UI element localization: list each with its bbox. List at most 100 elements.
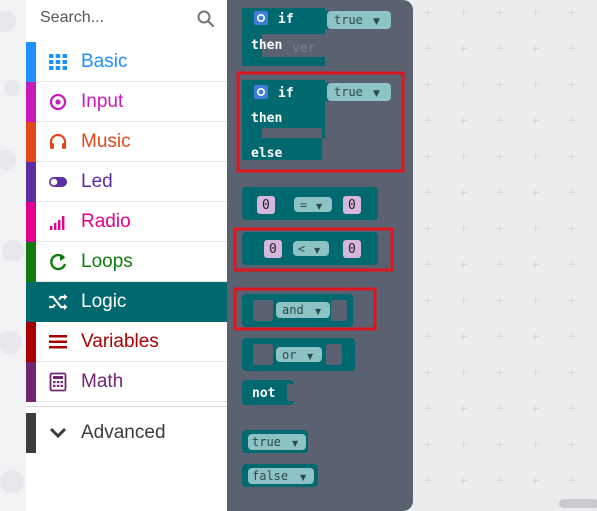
grid-plus: + <box>531 186 541 199</box>
grid-plus: + <box>495 258 505 271</box>
compare-equals-block[interactable]: 0 = ▼ 0 <box>242 187 378 220</box>
operator-value: = <box>300 198 307 212</box>
grid-plus: + <box>531 150 541 163</box>
grid-plus: + <box>567 222 577 235</box>
category-label: Loops <box>81 251 133 272</box>
category-led[interactable]: Led <box>26 162 227 202</box>
category-variables[interactable]: Variables <box>26 322 227 362</box>
category-basic[interactable]: Basic <box>26 42 227 82</box>
decor-circle <box>2 240 24 262</box>
grid-icon <box>49 54 67 70</box>
workspace-edge <box>0 0 26 511</box>
false-block[interactable]: false ▼ <box>242 464 318 487</box>
grid-plus: + <box>495 6 505 19</box>
search-input[interactable] <box>40 6 190 30</box>
number-value: 0 <box>269 242 277 257</box>
if-then-block[interactable]: if then true ▼ <box>242 8 391 66</box>
grid-plus: + <box>495 294 505 307</box>
grid-plus: + <box>459 78 469 91</box>
not-label: not <box>252 386 275 401</box>
grid-plus: + <box>531 258 541 271</box>
if-then-else-block[interactable]: if then else true ▼ <box>242 80 391 161</box>
not-block[interactable]: not <box>242 380 297 405</box>
grid-plus: + <box>423 42 433 55</box>
grid-plus: + <box>531 438 541 451</box>
gear-icon[interactable] <box>254 85 268 99</box>
grid-plus: + <box>459 474 469 487</box>
category-advanced[interactable]: Advanced <box>26 413 227 453</box>
category-label: Math <box>81 371 124 392</box>
category-label: Basic <box>81 51 128 72</box>
grid-plus: + <box>459 366 469 379</box>
grid-plus: + <box>459 258 469 271</box>
or-block[interactable]: or ▼ <box>242 338 355 371</box>
grid-plus: + <box>495 186 505 199</box>
grid-plus: + <box>531 114 541 127</box>
grid-plus: + <box>495 150 505 163</box>
grid-plus: + <box>423 474 433 487</box>
category-color-bar <box>26 162 36 202</box>
grid-plus: + <box>531 78 541 91</box>
shuffle-icon <box>49 294 68 310</box>
horizontal-scrollbar[interactable] <box>559 499 597 508</box>
grid-plus: + <box>531 294 541 307</box>
category-color-bar <box>26 42 36 82</box>
toolbox: Basic Input Music Led <box>26 0 227 511</box>
grid-plus: + <box>459 186 469 199</box>
grid-plus: + <box>567 42 577 55</box>
category-label: Advanced <box>81 422 166 443</box>
category-label: Logic <box>81 291 127 312</box>
grid-plus: + <box>495 114 505 127</box>
grid-plus: + <box>423 222 433 235</box>
category-math[interactable]: Math <box>26 362 227 402</box>
grid-plus: + <box>567 438 577 451</box>
toggle-icon <box>49 177 67 187</box>
dropdown-arrow-icon: ▼ <box>373 17 380 27</box>
dropdown-arrow-icon: ▼ <box>315 307 322 316</box>
gear-icon[interactable] <box>254 11 268 25</box>
category-loops[interactable]: Loops <box>26 242 227 282</box>
decor-circle <box>0 10 16 32</box>
grid-plus: + <box>459 114 469 127</box>
dropdown-arrow-icon: ▼ <box>316 202 323 211</box>
category-radio[interactable]: Radio <box>26 202 227 242</box>
grid-plus: + <box>567 366 577 379</box>
grid-plus: + <box>567 150 577 163</box>
true-block[interactable]: true ▼ <box>242 430 308 453</box>
category-color-bar <box>26 362 36 402</box>
dropdown-arrow-icon: ▼ <box>300 473 307 482</box>
dropdown-arrow-icon: ▼ <box>307 352 314 361</box>
grid-plus: + <box>423 186 433 199</box>
grid-plus: + <box>423 294 433 307</box>
calculator-icon <box>49 372 67 392</box>
grid-plus: + <box>459 6 469 19</box>
grid-plus: + <box>495 222 505 235</box>
chevron-down-icon <box>49 427 67 439</box>
grid-plus: + <box>423 258 433 271</box>
category-label: Radio <box>81 211 131 232</box>
dropdown-arrow-icon: ▼ <box>373 89 380 99</box>
grid-plus: + <box>459 402 469 415</box>
category-input[interactable]: Input <box>26 82 227 122</box>
grid-plus: + <box>531 42 541 55</box>
dropdown-value: true <box>334 13 363 27</box>
grid-plus: + <box>495 474 505 487</box>
dropdown-arrow-icon: ▼ <box>314 246 321 255</box>
workspace[interactable]: + + + + + + + + + + + + + + + + + + + + + + + + + + + + + + + + + + + + + + + +… <box>413 0 597 511</box>
grid-plus: + <box>495 366 505 379</box>
compare-less-than-block[interactable]: 0 < ▼ 0 <box>242 232 378 265</box>
grid-plus: + <box>567 258 577 271</box>
grid-plus: + <box>495 438 505 451</box>
grid-plus: + <box>567 474 577 487</box>
search-icon[interactable] <box>196 9 216 29</box>
headphones-icon <box>49 133 67 149</box>
category-logic[interactable]: Logic <box>26 282 227 322</box>
decor-circle <box>4 80 20 96</box>
block-flyout: ver if then true ▼ if then else true ▼ 0… <box>227 0 413 511</box>
and-block[interactable]: and ▼ <box>242 294 353 327</box>
decor-circle <box>0 150 16 170</box>
category-music[interactable]: Music <box>26 122 227 162</box>
grid-plus: + <box>567 330 577 343</box>
dropdown-value: true <box>334 85 363 99</box>
grid-plus: + <box>423 438 433 451</box>
